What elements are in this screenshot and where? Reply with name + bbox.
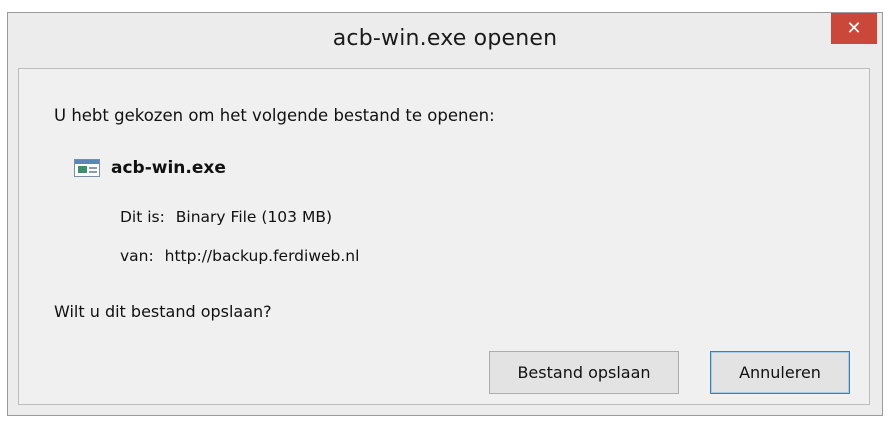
download-dialog-window: acb-win.exe openen ✕ U hebt gekozen om h… [7, 12, 883, 416]
file-source-value: http://backup.ferdiweb.nl [164, 247, 360, 265]
cancel-button[interactable]: Annuleren [710, 351, 850, 394]
file-type-value: Binary File (103 MB) [175, 208, 333, 226]
save-file-button[interactable]: Bestand opslaan [489, 351, 679, 394]
close-button[interactable]: ✕ [831, 13, 877, 44]
file-info-row: acb-win.exe [74, 158, 226, 178]
application-window-icon [74, 159, 100, 177]
save-question: Wilt u dit bestand opslaan? [54, 302, 272, 321]
file-type-label: Dit is: [120, 208, 165, 226]
close-icon: ✕ [846, 18, 862, 39]
dialog-content: U hebt gekozen om het volgende bestand t… [18, 68, 870, 405]
file-source-row: van: http://backup.ferdiweb.nl [120, 247, 359, 265]
window-title: acb-win.exe openen [332, 26, 558, 51]
dialog-prompt: U hebt gekozen om het volgende bestand t… [54, 106, 495, 125]
file-source-label: van: [120, 247, 154, 265]
file-type-row: Dit is: Binary File (103 MB) [120, 208, 332, 226]
title-bar[interactable]: acb-win.exe openen ✕ [8, 13, 882, 68]
file-name: acb-win.exe [111, 158, 226, 178]
